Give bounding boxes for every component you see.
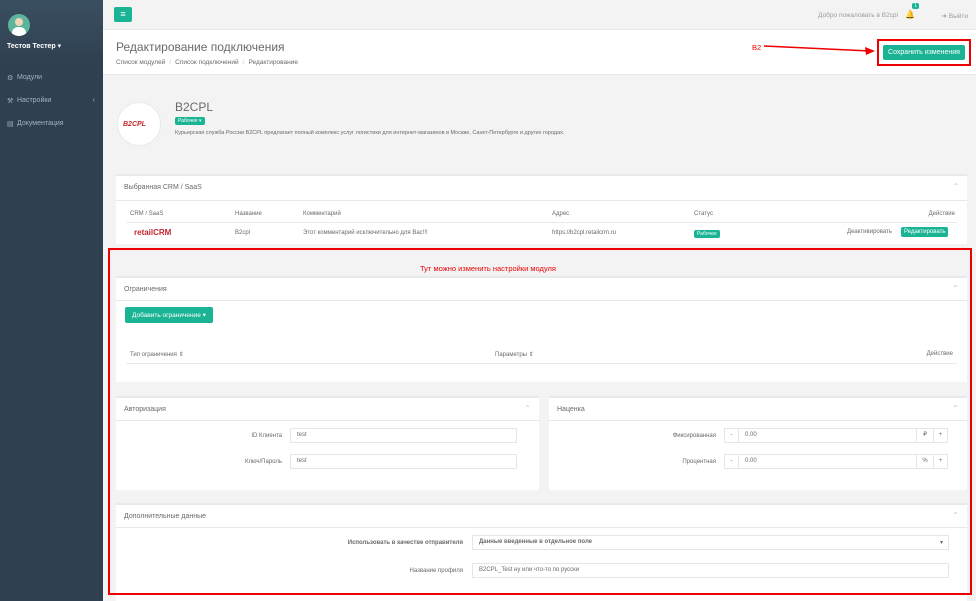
sidebar-item-modules[interactable]: ⚙ Модули bbox=[0, 66, 103, 89]
user-menu[interactable]: Тестов Тестер ▾ bbox=[7, 42, 103, 50]
module-logo-text: B2CPL bbox=[123, 121, 146, 128]
markup-panel: Наценка ⌃ Фиксированная - 0.00 ₽ + Проце… bbox=[549, 396, 967, 490]
crm-name: B2cpl bbox=[235, 230, 251, 236]
panel-title: Ограничения bbox=[124, 286, 167, 293]
sidebar-item-docs[interactable]: ▤ Документация bbox=[0, 112, 103, 135]
col-comment: Комментарий bbox=[303, 211, 341, 217]
extra-data-panel: Дополнительные данные ⌃ Использовать в к… bbox=[116, 503, 967, 601]
client-id-label: ID Клиента bbox=[251, 433, 282, 439]
document-icon: ▤ bbox=[7, 120, 14, 128]
wrench-icon: ⚒ bbox=[7, 97, 14, 105]
welcome-text: Добро пожаловать в B2cpl bbox=[818, 12, 898, 19]
col-action: Действие bbox=[928, 211, 955, 217]
logout-link[interactable]: ➜ Выйти bbox=[942, 12, 969, 20]
auth-panel: Авторизация ⌃ ID Клиента test Ключ/Парол… bbox=[116, 396, 539, 490]
bell-icon[interactable]: 🔔 bbox=[905, 10, 915, 19]
top-navbar: ≡ Добро пожаловать в B2cpl 🔔 1 ➜ Выйти bbox=[103, 0, 976, 30]
sidebar-header: Тестов Тестер ▾ bbox=[0, 0, 103, 64]
sidebar-item-label: Документация bbox=[17, 120, 64, 127]
breadcrumb-modules[interactable]: Список модулей bbox=[116, 59, 165, 66]
sidebar-item-label: Модули bbox=[17, 74, 43, 81]
module-name: B2CPL bbox=[175, 100, 214, 114]
sender-label: Использовать в качестве отправителя bbox=[347, 540, 463, 546]
fixed-minus-button[interactable]: - bbox=[724, 428, 739, 443]
annotation-settings-hint: Тут можно изменить настройки модуля bbox=[420, 264, 556, 273]
breadcrumb-connections[interactable]: Список подключений bbox=[175, 59, 239, 66]
percent-markup-label: Процентная bbox=[682, 459, 716, 465]
col-status: Статус bbox=[694, 211, 713, 217]
sidebar-item-label: Настройки bbox=[17, 97, 52, 104]
col-name: Название bbox=[235, 211, 262, 217]
sidebar-item-settings[interactable]: ⚒ Настройки ‹ bbox=[0, 89, 103, 112]
module-logo: B2CPL bbox=[117, 102, 161, 146]
percent-unit-addon: % bbox=[916, 454, 934, 469]
gear-icon: ⚙ bbox=[7, 74, 14, 82]
fixed-plus-button[interactable]: + bbox=[933, 428, 948, 443]
crm-panel: Выбранная CRM / SaaS ⌃ CRM / SaaS Назван… bbox=[116, 174, 967, 244]
chevron-up-icon[interactable]: ⌃ bbox=[952, 404, 959, 413]
annotation-b2: B2 bbox=[752, 43, 762, 52]
app-root: Тестов Тестер ▾ ⚙ Модули ⚒ Настройки ‹ ▤… bbox=[0, 0, 976, 601]
panel-title: Авторизация bbox=[124, 406, 166, 413]
crm-address: https://b2cpl.retailcrm.ru bbox=[552, 230, 617, 236]
percent-minus-button[interactable]: - bbox=[724, 454, 739, 469]
password-input[interactable]: test bbox=[290, 454, 517, 469]
sidebar: Тестов Тестер ▾ ⚙ Модули ⚒ Настройки ‹ ▤… bbox=[0, 0, 103, 601]
percent-markup-input[interactable]: 0.00 bbox=[738, 454, 917, 469]
breadcrumb-current: Редактирование bbox=[248, 59, 298, 66]
col-restriction-type[interactable]: Тип ограничения ⇕ bbox=[130, 351, 184, 358]
menu-toggle-button[interactable]: ≡ bbox=[114, 7, 132, 22]
deactivate-link[interactable]: Деактивировать bbox=[847, 229, 892, 235]
panel-title: Дополнительные данные bbox=[124, 513, 206, 520]
restrictions-panel: Ограничения ⌃ Добавить ограничение ▾ Тип… bbox=[116, 276, 967, 382]
chevron-up-icon[interactable]: ⌃ bbox=[524, 404, 531, 413]
crm-comment: Этот комментарий исключительно для Вас!!… bbox=[303, 230, 428, 236]
page-title: Редактирование подключения bbox=[116, 40, 285, 54]
panel-title: Наценка bbox=[557, 406, 585, 413]
avatar[interactable] bbox=[8, 14, 30, 36]
col-parameters[interactable]: Параметры ⇕ bbox=[495, 351, 534, 358]
chevron-up-icon[interactable]: ⌃ bbox=[952, 511, 959, 520]
client-id-input[interactable]: test bbox=[290, 428, 517, 443]
module-description: Курьерская служба России B2CPL предлагае… bbox=[175, 130, 565, 136]
profile-name-input[interactable]: B2CPL_Test ну или что-то по русски bbox=[472, 563, 949, 578]
edit-button[interactable]: Редактировать bbox=[901, 227, 949, 237]
retailcrm-logo: retailCRM bbox=[134, 228, 172, 237]
chevron-up-icon[interactable]: ⌃ bbox=[952, 284, 959, 293]
fixed-unit-addon: ₽ bbox=[916, 428, 934, 443]
chevron-left-icon: ‹ bbox=[92, 97, 95, 104]
module-status-dropdown[interactable]: Рабочее ▾ bbox=[175, 117, 205, 125]
percent-plus-button[interactable]: + bbox=[933, 454, 948, 469]
save-changes-button[interactable]: Сохранить изменения bbox=[883, 45, 965, 60]
fixed-markup-input[interactable]: 0.00 bbox=[738, 428, 917, 443]
panel-title: Выбранная CRM / SaaS bbox=[124, 184, 202, 191]
sender-select[interactable]: Данные введенные в отдельное поле bbox=[472, 535, 949, 550]
profile-name-label: Название профиля bbox=[409, 568, 463, 574]
select-chevron-icon: ▾ bbox=[940, 540, 944, 546]
col-crm: CRM / SaaS bbox=[130, 211, 164, 217]
annotation-arrow bbox=[764, 45, 875, 55]
password-label: Ключ/Пароль bbox=[245, 459, 282, 465]
fixed-markup-label: Фиксированная bbox=[672, 433, 716, 439]
notification-count-badge: 1 bbox=[912, 3, 919, 9]
breadcrumb: Список модулей / Список подключений / Редакт… bbox=[116, 59, 298, 66]
col-address: Адрес bbox=[552, 211, 570, 217]
add-restriction-button[interactable]: Добавить ограничение ▾ bbox=[125, 307, 213, 323]
col-action: Действие bbox=[926, 351, 953, 357]
status-badge: Рабочее bbox=[694, 230, 720, 238]
chevron-up-icon[interactable]: ⌃ bbox=[952, 182, 959, 191]
save-button-highlight: Сохранить изменения bbox=[877, 39, 971, 66]
